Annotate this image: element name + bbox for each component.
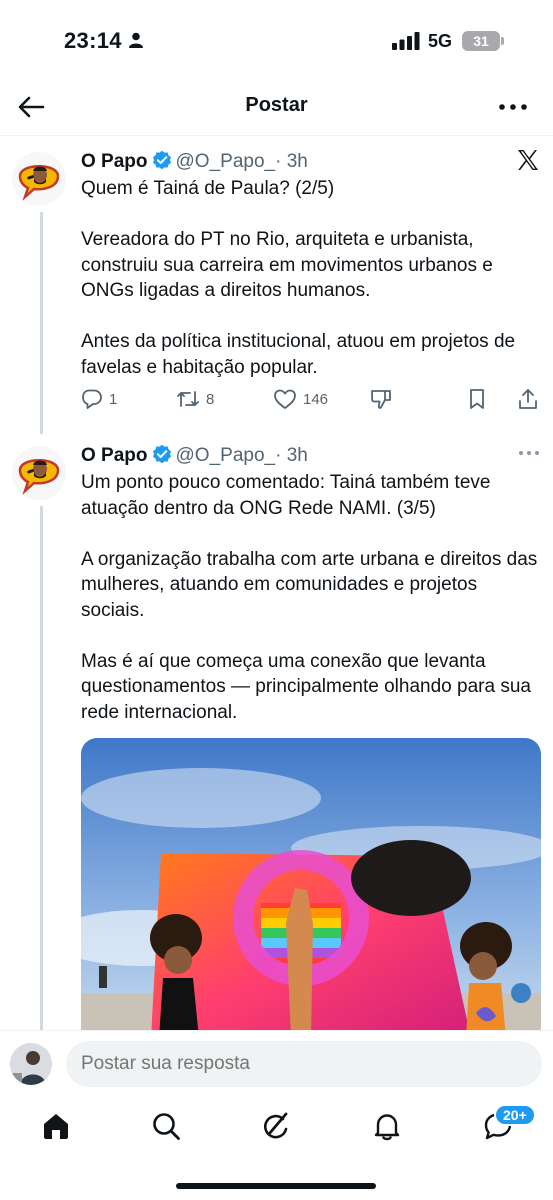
mural-photo xyxy=(81,738,541,1038)
repost-icon xyxy=(177,391,199,407)
o-papo-logo xyxy=(12,446,66,500)
repost-button[interactable]: 8 xyxy=(176,388,214,410)
author-handle[interactable]: @O_Papo_ xyxy=(176,445,276,466)
home-indicator xyxy=(176,1183,376,1189)
author-name[interactable]: O Papo xyxy=(81,151,148,172)
tweet-actions: 1 8 146 xyxy=(0,388,553,418)
reply-count: 1 xyxy=(109,390,118,408)
reply-composer xyxy=(0,1030,553,1098)
tweet-time: · 3h xyxy=(275,445,308,466)
thread-connector xyxy=(40,506,43,1030)
battery-cap xyxy=(501,37,504,45)
tweet-text: Quem é Tainá de Paula? (2/5) Vereadora d… xyxy=(81,176,541,380)
home-icon[interactable] xyxy=(40,1110,72,1142)
reply-button[interactable]: 1 xyxy=(81,388,117,410)
verified-icon xyxy=(152,150,171,170)
tweet-paragraph: Vereadora do PT no Rio, arquiteta e urba… xyxy=(81,229,493,301)
avatar[interactable] xyxy=(12,152,66,206)
reply-input[interactable] xyxy=(66,1041,542,1087)
avatar[interactable] xyxy=(12,446,66,500)
downvote-icon xyxy=(371,390,391,409)
bookmark-button[interactable] xyxy=(467,388,487,410)
downvote-button[interactable] xyxy=(370,388,392,410)
share-button[interactable] xyxy=(517,388,539,410)
notifications-icon[interactable] xyxy=(371,1110,403,1142)
tweet-paragraph: Um ponto pouco comentado: Tainá também t… xyxy=(81,472,491,519)
tweet-header: O Papo @O_Papo_· 3h xyxy=(81,150,308,173)
search-icon[interactable] xyxy=(150,1110,182,1142)
share-icon xyxy=(519,389,537,409)
tweet-paragraph: Mas é aí que começa uma conexão que leva… xyxy=(81,650,531,723)
tweet-image[interactable] xyxy=(81,738,541,1038)
status-time: 23:14 xyxy=(64,28,122,53)
tweet-paragraph: A organização trabalha com arte urbana e… xyxy=(81,548,538,621)
page-title: Postar xyxy=(245,94,308,116)
tweet-paragraph: Quem é Tainá de Paula? (2/5) xyxy=(81,178,335,199)
author-name[interactable]: O Papo xyxy=(81,445,148,466)
tweet-text: Um ponto pouco comentado: Tainá também t… xyxy=(81,470,541,725)
tweet-time: · 3h xyxy=(275,151,308,172)
like-button[interactable]: 146 xyxy=(273,388,328,410)
more-icon[interactable] xyxy=(518,448,540,458)
x-logo-icon xyxy=(518,150,538,170)
signal-icon xyxy=(392,32,420,50)
bookmark-icon xyxy=(470,389,484,409)
grok-icon[interactable] xyxy=(260,1110,292,1142)
messages-badge: 20+ xyxy=(494,1104,536,1126)
tweet-paragraph: Antes da política institucional, atuou e… xyxy=(81,331,516,378)
o-papo-logo xyxy=(12,152,66,206)
avatar[interactable] xyxy=(10,1043,52,1085)
reply-icon xyxy=(82,389,102,409)
person-icon xyxy=(129,32,143,48)
network-type: 5G xyxy=(428,31,453,51)
like-count: 146 xyxy=(303,390,329,408)
tweet-header: O Papo @O_Papo_· 3h xyxy=(81,444,308,467)
like-icon xyxy=(274,389,296,409)
user-photo xyxy=(10,1043,52,1085)
top-header: Postar xyxy=(0,80,553,136)
battery-indicator: 31 xyxy=(462,31,500,51)
more-icon[interactable] xyxy=(498,94,528,120)
verified-icon xyxy=(152,444,171,464)
status-bar: 23:14 5G 31 xyxy=(0,0,553,80)
repost-count: 8 xyxy=(206,390,215,408)
author-handle[interactable]: @O_Papo_ xyxy=(176,151,276,172)
